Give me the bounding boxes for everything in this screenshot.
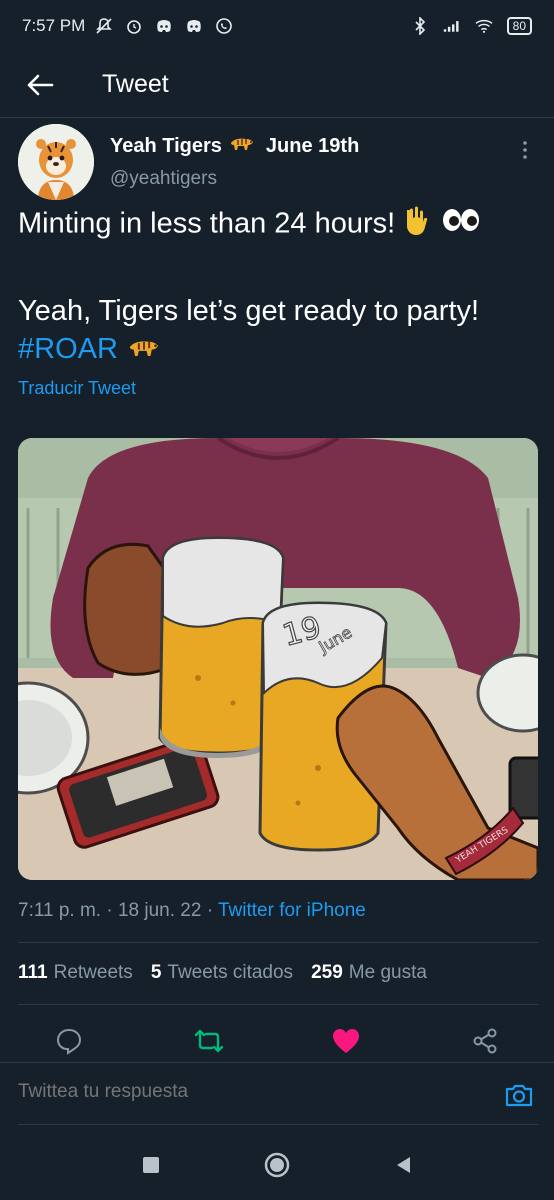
page-title: Tweet (102, 70, 169, 98)
tiger-emoji-icon (228, 134, 256, 158)
tweet-meta: 7:11 p. m. · 18 jun. 22 · Twitter for iP… (18, 900, 366, 922)
more-vertical-icon (523, 141, 527, 159)
retweet-button[interactable] (194, 1026, 224, 1056)
share-icon (473, 1028, 497, 1054)
tweet-date-full: 18 jun. 22 (117, 900, 202, 921)
alarm-icon (125, 17, 143, 35)
rock-hand-emoji-icon (403, 204, 433, 246)
tweet-image[interactable]: 19 June YEAH TIGERS (18, 438, 538, 880)
tweet-line-2: Yeah, Tigers let’s get ready to party! (18, 295, 480, 327)
whatsapp-icon (215, 17, 233, 35)
recents-button[interactable] (138, 1152, 164, 1178)
author-handle: @yeahtigers (110, 168, 217, 189)
tweet-actions (0, 1020, 554, 1060)
discord-icon-2 (185, 17, 203, 35)
system-icons: 80 (411, 17, 532, 35)
likes-count: 259 (311, 962, 343, 983)
triangle-back-icon (397, 1157, 410, 1173)
bluetooth-icon (411, 17, 429, 35)
reply-icon (56, 1028, 82, 1055)
likes-stat[interactable]: 259 Me gusta (311, 962, 427, 984)
reply-input[interactable] (18, 1081, 488, 1103)
like-button[interactable] (331, 1026, 361, 1056)
mute-icon (95, 17, 113, 35)
camera-button[interactable] (504, 1081, 534, 1111)
tweet-source-link[interactable]: Twitter for iPhone (218, 900, 366, 921)
circle-icon (264, 1152, 290, 1178)
meta-separator: · (206, 900, 218, 921)
back-nav-button[interactable] (390, 1152, 416, 1178)
retweet-icon (194, 1029, 224, 1053)
heart-icon (333, 1029, 359, 1053)
tweet-time: 7:11 p. m. (18, 900, 102, 921)
tweet-stats: 111 Retweets 5 Tweets citados 259 Me gusta (18, 962, 427, 984)
divider (18, 1004, 538, 1005)
meta-separator: · (106, 900, 118, 921)
hashtag-link[interactable]: #ROAR (18, 333, 118, 365)
system-navigation-bar (0, 1130, 554, 1200)
reply-button[interactable] (54, 1026, 84, 1056)
square-icon (143, 1157, 159, 1173)
tweet-line-1-text: Minting in less than 24 hours! (18, 207, 396, 240)
likes-label: Me gusta (348, 962, 427, 983)
divider (18, 1124, 538, 1125)
retweets-count: 111 (18, 962, 48, 983)
quotes-count: 5 (150, 962, 162, 983)
reply-bar (0, 1063, 554, 1125)
arrow-left-icon (27, 74, 54, 95)
wifi-icon (475, 17, 493, 35)
tiger-emoji-icon (126, 331, 162, 369)
translate-tweet-link[interactable]: Traducir Tweet (18, 378, 136, 399)
discord-icon (155, 17, 173, 35)
avatar[interactable] (18, 124, 94, 200)
signal-icon (443, 17, 461, 35)
tweet-body: Minting in less than 24 hours! Yeah, Tig… (18, 204, 540, 369)
eyes-emoji-icon (441, 204, 481, 246)
status-time: 7:57 PM (22, 16, 86, 35)
back-button[interactable] (20, 65, 60, 105)
tweet-date: June 19th (265, 134, 360, 157)
quote-tweets-stat[interactable]: 5 Tweets citados (151, 962, 293, 984)
home-button[interactable] (264, 1152, 290, 1178)
author-name-row[interactable]: Yeah Tigers June 19th (110, 134, 359, 158)
retweets-stat[interactable]: 111 Retweets (18, 962, 133, 984)
top-app-bar: Tweet (0, 52, 554, 118)
tweet-line-1: Minting in less than 24 hours! (18, 204, 540, 246)
tweet-author: Yeah Tigers June 19th @yeahtigers (18, 122, 538, 202)
more-options-button[interactable] (518, 138, 532, 162)
quotes-label: Tweets citados (167, 962, 294, 983)
share-button[interactable] (470, 1026, 500, 1056)
tweet-paragraph-gap (18, 246, 540, 292)
divider (18, 942, 538, 943)
notification-icons (95, 17, 233, 35)
status-bar: 7:57 PM 80 (0, 0, 554, 52)
author-name: Yeah Tigers (110, 134, 222, 157)
tweet-line-3: #ROAR (18, 330, 540, 369)
camera-icon (505, 1084, 533, 1107)
battery-indicator: 80 (506, 17, 532, 35)
retweets-label: Retweets (53, 962, 133, 983)
